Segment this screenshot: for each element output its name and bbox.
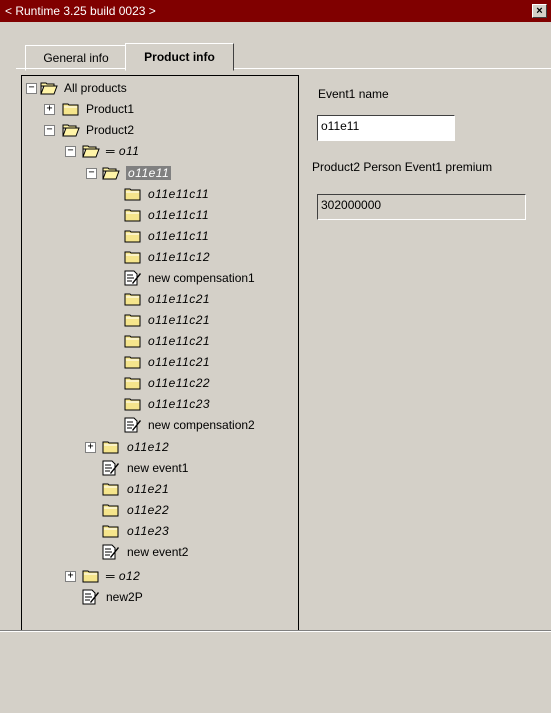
tree-node-label: o11e11c21 (148, 292, 211, 306)
premium-value: 302000000 (321, 198, 382, 212)
tree-node[interactable]: + Product1 (22, 100, 292, 120)
tree-node[interactable]: o11e11c21 (22, 290, 292, 310)
document-edit-icon (82, 589, 100, 605)
tree-node[interactable]: new event2 (22, 543, 292, 563)
tree-node-label: new event2 (127, 545, 189, 559)
folder-icon (124, 375, 142, 390)
event-name-value: o11e11 (321, 119, 360, 133)
tree-node[interactable]: o11e11c22 (22, 374, 292, 394)
tree-node-label: All products (64, 81, 127, 95)
close-icon: × (536, 5, 543, 17)
tree-node-label: ═ o11 (106, 144, 140, 158)
folder-icon (124, 228, 142, 243)
tree-node[interactable]: o11e11c11 (22, 206, 292, 226)
folder-icon (82, 568, 100, 583)
tree-node-label: o11e11c21 (148, 334, 211, 348)
tree-node[interactable]: new event1 (22, 459, 292, 479)
folder-icon (124, 354, 142, 369)
window-title: < Runtime 3.25 build 0023 > (5, 4, 156, 18)
tree-node[interactable]: + o11e12 (22, 438, 292, 458)
document-edit-icon (124, 270, 142, 286)
folder-icon (102, 481, 120, 496)
document-edit-icon (124, 417, 142, 433)
folder-icon (124, 333, 142, 348)
tree-node-label: new2P (106, 590, 143, 604)
folder-icon (102, 439, 120, 454)
tree-node-label: ═ o12 (106, 569, 141, 583)
tree-node[interactable]: o11e11c11 (22, 185, 292, 205)
tree-node[interactable]: + ═ o12 (22, 567, 292, 587)
tree-node[interactable]: o11e11c23 (22, 395, 292, 415)
expand-icon[interactable]: + (65, 571, 76, 582)
folder-icon (124, 207, 142, 222)
open-folder-icon (102, 165, 120, 180)
folder-icon (124, 186, 142, 201)
collapse-icon[interactable]: − (44, 125, 55, 136)
tree-node-label: o11e11c12 (148, 250, 211, 264)
tree-node-label: o11e11 (126, 166, 172, 180)
tree-node[interactable]: new compensation2 (22, 416, 292, 436)
tree-node[interactable]: o11e21 (22, 480, 292, 500)
tree-node-label: o11e11c23 (148, 397, 211, 411)
premium-label: Product2 Person Event1 premium (312, 160, 493, 174)
tree-node[interactable]: o11e22 (22, 501, 292, 521)
tab-product-info[interactable]: Product info (125, 43, 234, 71)
tree-node[interactable]: − ═ o11 (22, 142, 292, 162)
tree-node[interactable]: o11e11c21 (22, 353, 292, 373)
title-bar: < Runtime 3.25 build 0023 > × (0, 0, 551, 22)
folder-icon (102, 523, 120, 538)
tree-node[interactable]: − Product2 (22, 121, 292, 141)
tree-node[interactable]: o11e23 (22, 522, 292, 542)
expand-icon[interactable]: + (44, 104, 55, 115)
event-name-label: Event1 name (318, 87, 389, 101)
tab-label: Product info (144, 50, 215, 64)
tree-node-label: o11e11c21 (148, 313, 211, 327)
folder-icon (124, 396, 142, 411)
tree-node-label: o11e12 (127, 440, 170, 454)
premium-field: 302000000 (317, 194, 526, 220)
document-edit-icon (102, 460, 120, 476)
folder-icon (124, 312, 142, 327)
tree-node[interactable]: − All products (22, 79, 292, 99)
tree-node[interactable]: o11e11c21 (22, 311, 292, 331)
tree-node[interactable]: o11e11c12 (22, 248, 292, 268)
expand-icon[interactable]: + (85, 442, 96, 453)
tree-node-label: Product1 (86, 102, 135, 116)
tab-label: General info (43, 51, 109, 65)
tree-node-label: Product2 (86, 123, 135, 137)
tree-node-label: o11e11c22 (148, 376, 211, 390)
tree-node-label: new event1 (127, 461, 189, 475)
folder-icon (62, 101, 80, 116)
tree-node-label: o11e11c11 (148, 208, 210, 222)
tree-node[interactable]: o11e11c11 (22, 227, 292, 247)
tree-node[interactable]: o11e11c21 (22, 332, 292, 352)
collapse-icon[interactable]: − (65, 146, 76, 157)
collapse-icon[interactable]: − (26, 83, 37, 94)
close-button[interactable]: × (532, 4, 547, 18)
document-edit-icon (102, 544, 120, 560)
tab-strip-line (16, 68, 551, 69)
folder-icon (124, 249, 142, 264)
folder-icon (124, 291, 142, 306)
tree-node[interactable]: new2P (22, 588, 292, 608)
event-name-field[interactable]: o11e11 (317, 115, 455, 141)
folder-icon (102, 502, 120, 517)
tree-node-label: o11e11c11 (148, 229, 210, 243)
tree-node-label: o11e22 (127, 503, 170, 517)
collapse-icon[interactable]: − (86, 168, 97, 179)
tree-node-label: new compensation2 (148, 418, 255, 432)
open-folder-icon (82, 143, 100, 158)
open-folder-icon (40, 80, 58, 95)
tree-node-label: o11e23 (127, 524, 170, 538)
divider (0, 631, 551, 632)
tree-node-label: o11e21 (127, 482, 170, 496)
product-tree[interactable]: − All products + Product1− Product2− ═ o11− o1… (21, 75, 299, 632)
tree-node[interactable]: new compensation1 (22, 269, 292, 289)
tree-node[interactable]: − o11e11 (22, 164, 292, 184)
open-folder-icon (62, 122, 80, 137)
tree-node-label: o11e11c11 (148, 187, 210, 201)
tree-node-label: new compensation1 (148, 271, 255, 285)
tree-node-label: o11e11c21 (148, 355, 211, 369)
